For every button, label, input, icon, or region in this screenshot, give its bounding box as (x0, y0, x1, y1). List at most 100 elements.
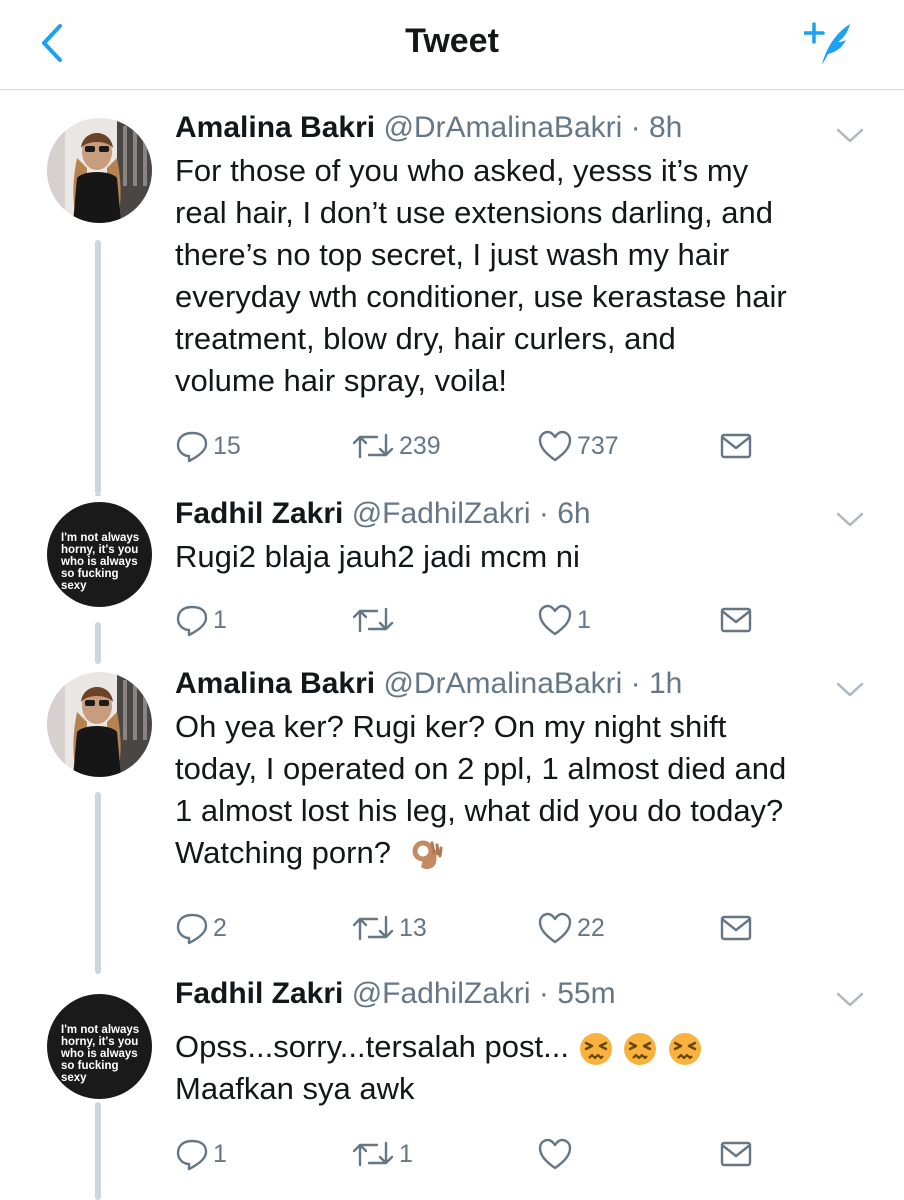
compose-tweet-button[interactable] (803, 16, 856, 68)
author-handle[interactable]: @FadhilZakri (352, 497, 531, 530)
tweet-text-line: Oh yea ker? Rugi ker? On my night shift (175, 709, 727, 744)
envelope-icon (720, 433, 752, 459)
author-handle[interactable]: @DrAmalinaBakri (383, 111, 622, 144)
reply-count: 15 (213, 432, 241, 460)
author-name[interactable]: Amalina Bakri (175, 111, 375, 144)
tweet-text: For those of you who asked, yesss it’s m… (175, 150, 875, 402)
tweet-header: Fadhil Zakri @FadhilZakri · 55m (175, 976, 616, 1012)
chevron-down-icon (836, 128, 864, 143)
author-name[interactable]: Fadhil Zakri (175, 497, 343, 530)
tweet-text-line: there’s no top secret, I just wash my ha… (175, 237, 730, 272)
tweet-text-line: Opss...sorry...tersalah post... (175, 1026, 875, 1068)
author-name[interactable]: Fadhil Zakri (175, 977, 343, 1010)
tweet-text-line: today, I operated on 2 ppl, 1 almost die… (175, 751, 787, 786)
tweet-text: Opss...sorry...tersalah post... Maafkan … (175, 1026, 875, 1110)
direct-message-button[interactable] (719, 1136, 753, 1172)
retweet-count: 239 (399, 432, 441, 460)
tweet-actions: 1 1 (175, 602, 875, 638)
persevering-face-emoji (624, 1032, 657, 1065)
like-count: 22 (577, 914, 605, 942)
timestamp: · 1h (630, 667, 683, 700)
reply-icon (176, 431, 208, 463)
chevron-down-icon (836, 682, 864, 697)
compose-tweet-icon (803, 22, 850, 64)
page-title: Tweet (405, 22, 499, 60)
author-handle[interactable]: @FadhilZakri (352, 977, 531, 1010)
heart-icon (538, 912, 572, 944)
reply-count: 2 (213, 914, 227, 942)
retweet-icon (352, 915, 394, 941)
reply-button[interactable]: 1 (175, 602, 227, 638)
tweet-options-button[interactable] (834, 678, 866, 700)
avatar[interactable] (47, 118, 152, 223)
persevering-face-emoji (579, 1032, 612, 1065)
avatar-text: I'm not always horny, it's you who is al… (61, 532, 140, 592)
tweet-header: Amalina Bakri @DrAmalinaBakri · 1h (175, 666, 682, 702)
like-button[interactable]: 1 (537, 602, 591, 638)
like-count: 1 (577, 606, 591, 634)
reply-count: 1 (213, 1140, 227, 1168)
avatar[interactable]: I'm not always horny, it's you who is al… (47, 502, 152, 607)
heart-icon (538, 604, 572, 636)
thread-line (95, 494, 101, 496)
ok-hand-emoji (412, 840, 443, 869)
tweet[interactable]: I'm not always horny, it's you who is al… (0, 974, 904, 1200)
tweet-options-button[interactable] (834, 124, 866, 146)
chevron-down-icon (836, 992, 864, 1007)
direct-message-button[interactable] (719, 602, 753, 638)
reply-button[interactable]: 15 (175, 428, 241, 464)
tweet[interactable]: Amalina Bakri @DrAmalinaBakri · 1h Oh ye… (0, 664, 904, 974)
tweet-actions: 1 1 (175, 1136, 875, 1172)
thread-line (95, 792, 101, 974)
author-handle[interactable]: @DrAmalinaBakri (383, 667, 622, 700)
tweet-text-line: volume hair spray, voila! (175, 363, 507, 398)
timestamp: · 55m (538, 977, 616, 1010)
tweet-text-span: Opss...sorry...tersalah post... (175, 1029, 569, 1064)
retweet-icon (352, 1141, 394, 1167)
heart-icon (538, 430, 572, 462)
tweet-text: Oh yea ker? Rugi ker? On my night shift … (175, 706, 875, 874)
reply-button[interactable]: 2 (175, 910, 227, 946)
retweet-button[interactable]: 239 (351, 428, 441, 464)
tweet[interactable]: Amalina Bakri @DrAmalinaBakri · 8h For t… (0, 90, 904, 494)
tweet-actions: 15 239 737 (175, 428, 875, 464)
direct-message-button[interactable] (719, 428, 753, 464)
retweet-count: 13 (399, 914, 427, 942)
avatar[interactable]: I'm not always horny, it's you who is al… (47, 994, 152, 1099)
reply-icon (176, 913, 208, 945)
like-button[interactable]: 22 (537, 910, 605, 946)
thread-line (95, 622, 101, 664)
tweet-header: Fadhil Zakri @FadhilZakri · 6h (175, 496, 591, 532)
timestamp: · 6h (538, 497, 591, 530)
avatar[interactable] (47, 672, 152, 777)
reply-count: 1 (213, 606, 227, 634)
tweet-text-line: For those of you who asked, yesss it’s m… (175, 153, 749, 188)
like-button[interactable]: 737 (537, 428, 619, 464)
timestamp: · 8h (630, 111, 683, 144)
envelope-icon (720, 1141, 752, 1167)
navigation-bar: Tweet (0, 0, 904, 90)
retweet-icon (352, 433, 394, 459)
tweet-text: Rugi2 blaja jauh2 jadi mcm ni (175, 536, 875, 578)
author-name[interactable]: Amalina Bakri (175, 667, 375, 700)
envelope-icon (720, 915, 752, 941)
tweet-text-span: Watching porn? (175, 835, 391, 870)
chevron-down-icon (836, 512, 864, 527)
thread-line (95, 1102, 101, 1200)
direct-message-button[interactable] (719, 910, 753, 946)
tweet-text-line: Maafkan sya awk (175, 1071, 415, 1106)
retweet-count: 1 (399, 1140, 413, 1168)
retweet-button[interactable] (351, 602, 399, 638)
tweet-text-line: 1 almost lost his leg, what did you do t… (175, 793, 784, 828)
retweet-button[interactable]: 1 (351, 1136, 413, 1172)
tweet-text-line: real hair, I don’t use extensions darlin… (175, 195, 773, 230)
tweet-options-button[interactable] (834, 988, 866, 1010)
tweet-options-button[interactable] (834, 508, 866, 530)
tweet[interactable]: I'm not always horny, it's you who is al… (0, 494, 904, 664)
like-button[interactable] (537, 1136, 577, 1172)
retweet-button[interactable]: 13 (351, 910, 427, 946)
heart-icon (538, 1138, 572, 1170)
reply-button[interactable]: 1 (175, 1136, 227, 1172)
tweet-text-line: everyday wth conditioner, use kerastase … (175, 279, 787, 314)
tweet-header: Amalina Bakri @DrAmalinaBakri · 8h (175, 110, 682, 146)
